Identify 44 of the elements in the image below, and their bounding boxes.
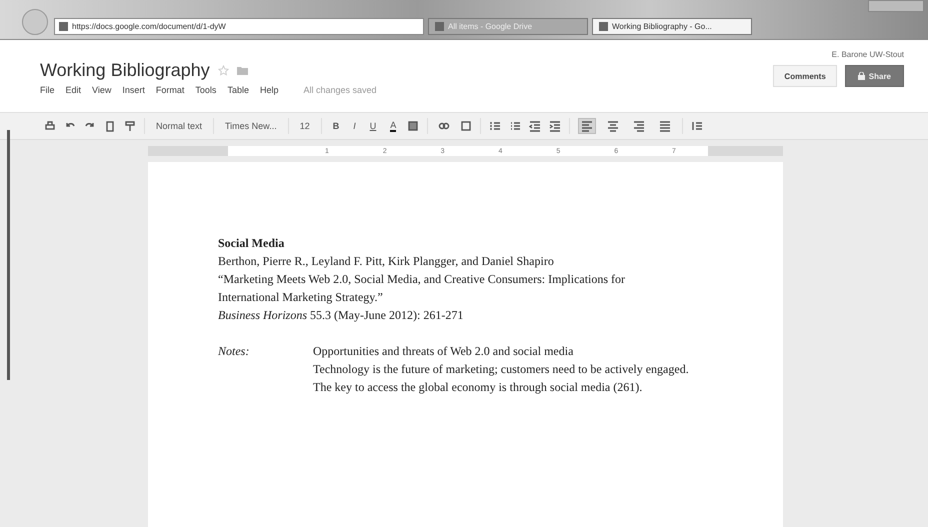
bold-button[interactable]: B: [330, 119, 342, 133]
paint-format-icon[interactable]: [124, 120, 136, 132]
note-line: The key to access the global economy is through social media (261).: [313, 379, 644, 396]
menu-item[interactable]: Format: [156, 85, 184, 95]
citation-line: Berthon, Pierre R., Leyland F. Pitt, Kirk Plangger, and Daniel Shapiro: [218, 253, 555, 270]
font-size-dropdown[interactable]: 12: [296, 119, 313, 133]
note-line: Technology is the future of marketing; customers need to be actively engaged.: [313, 361, 690, 378]
section-heading: Social Media: [218, 235, 286, 252]
menu-item[interactable]: Tools: [195, 85, 216, 95]
citation-line: Business Horizons 55.3 (May-June 2012): 261-271: [218, 307, 464, 324]
lock-icon: [858, 72, 865, 80]
bulleted-list-icon[interactable]: [509, 120, 522, 132]
indent-decrease-icon[interactable]: [529, 120, 542, 132]
menu-item[interactable]: View: [92, 85, 112, 95]
print-icon[interactable]: [44, 120, 56, 132]
address-bar[interactable]: https://docs.google.com/document/d/1-dyW: [54, 18, 424, 35]
page-icon: [59, 22, 68, 31]
user-name[interactable]: E. Barone UW-Stout: [832, 50, 904, 59]
comments-button[interactable]: Comments: [773, 65, 837, 87]
align-button[interactable]: [578, 118, 596, 134]
star-icon[interactable]: [218, 65, 229, 76]
share-button[interactable]: Share: [844, 65, 904, 87]
save-status: All changes saved: [303, 85, 377, 95]
citation-line: “Marketing Meets Web 2.0, Social Media, and Creative Consumers: Implications for: [218, 271, 626, 288]
underline-button[interactable]: U: [366, 119, 380, 133]
menu-item[interactable]: Insert: [122, 85, 145, 95]
highlight-icon[interactable]: [407, 120, 420, 132]
notes-label: Notes:: [218, 343, 250, 360]
menu-item[interactable]: File: [40, 85, 55, 95]
text-color-button[interactable]: A: [387, 118, 400, 134]
note-line: Opportunities and threats of Web 2.0 and social media: [313, 343, 574, 360]
line-spacing-icon[interactable]: [691, 120, 704, 132]
menu-item[interactable]: Help: [260, 85, 278, 95]
italic-button[interactable]: I: [350, 119, 359, 133]
indent-increase-icon[interactable]: [549, 120, 562, 132]
menu-item[interactable]: Table: [227, 85, 249, 95]
document-title[interactable]: Working Bibliography: [40, 60, 210, 81]
url-text: https://docs.google.com/document/d/1-dyW: [72, 22, 226, 31]
browser-tab[interactable]: Working Bibliography - Go...: [592, 18, 752, 35]
style-dropdown[interactable]: Normal text: [153, 119, 206, 133]
menu-item[interactable]: Edit: [66, 85, 82, 95]
numbered-list-icon[interactable]: [489, 120, 502, 132]
citation-line: International Marketing Strategy.”: [218, 289, 384, 306]
font-dropdown[interactable]: Times New...: [222, 119, 280, 133]
